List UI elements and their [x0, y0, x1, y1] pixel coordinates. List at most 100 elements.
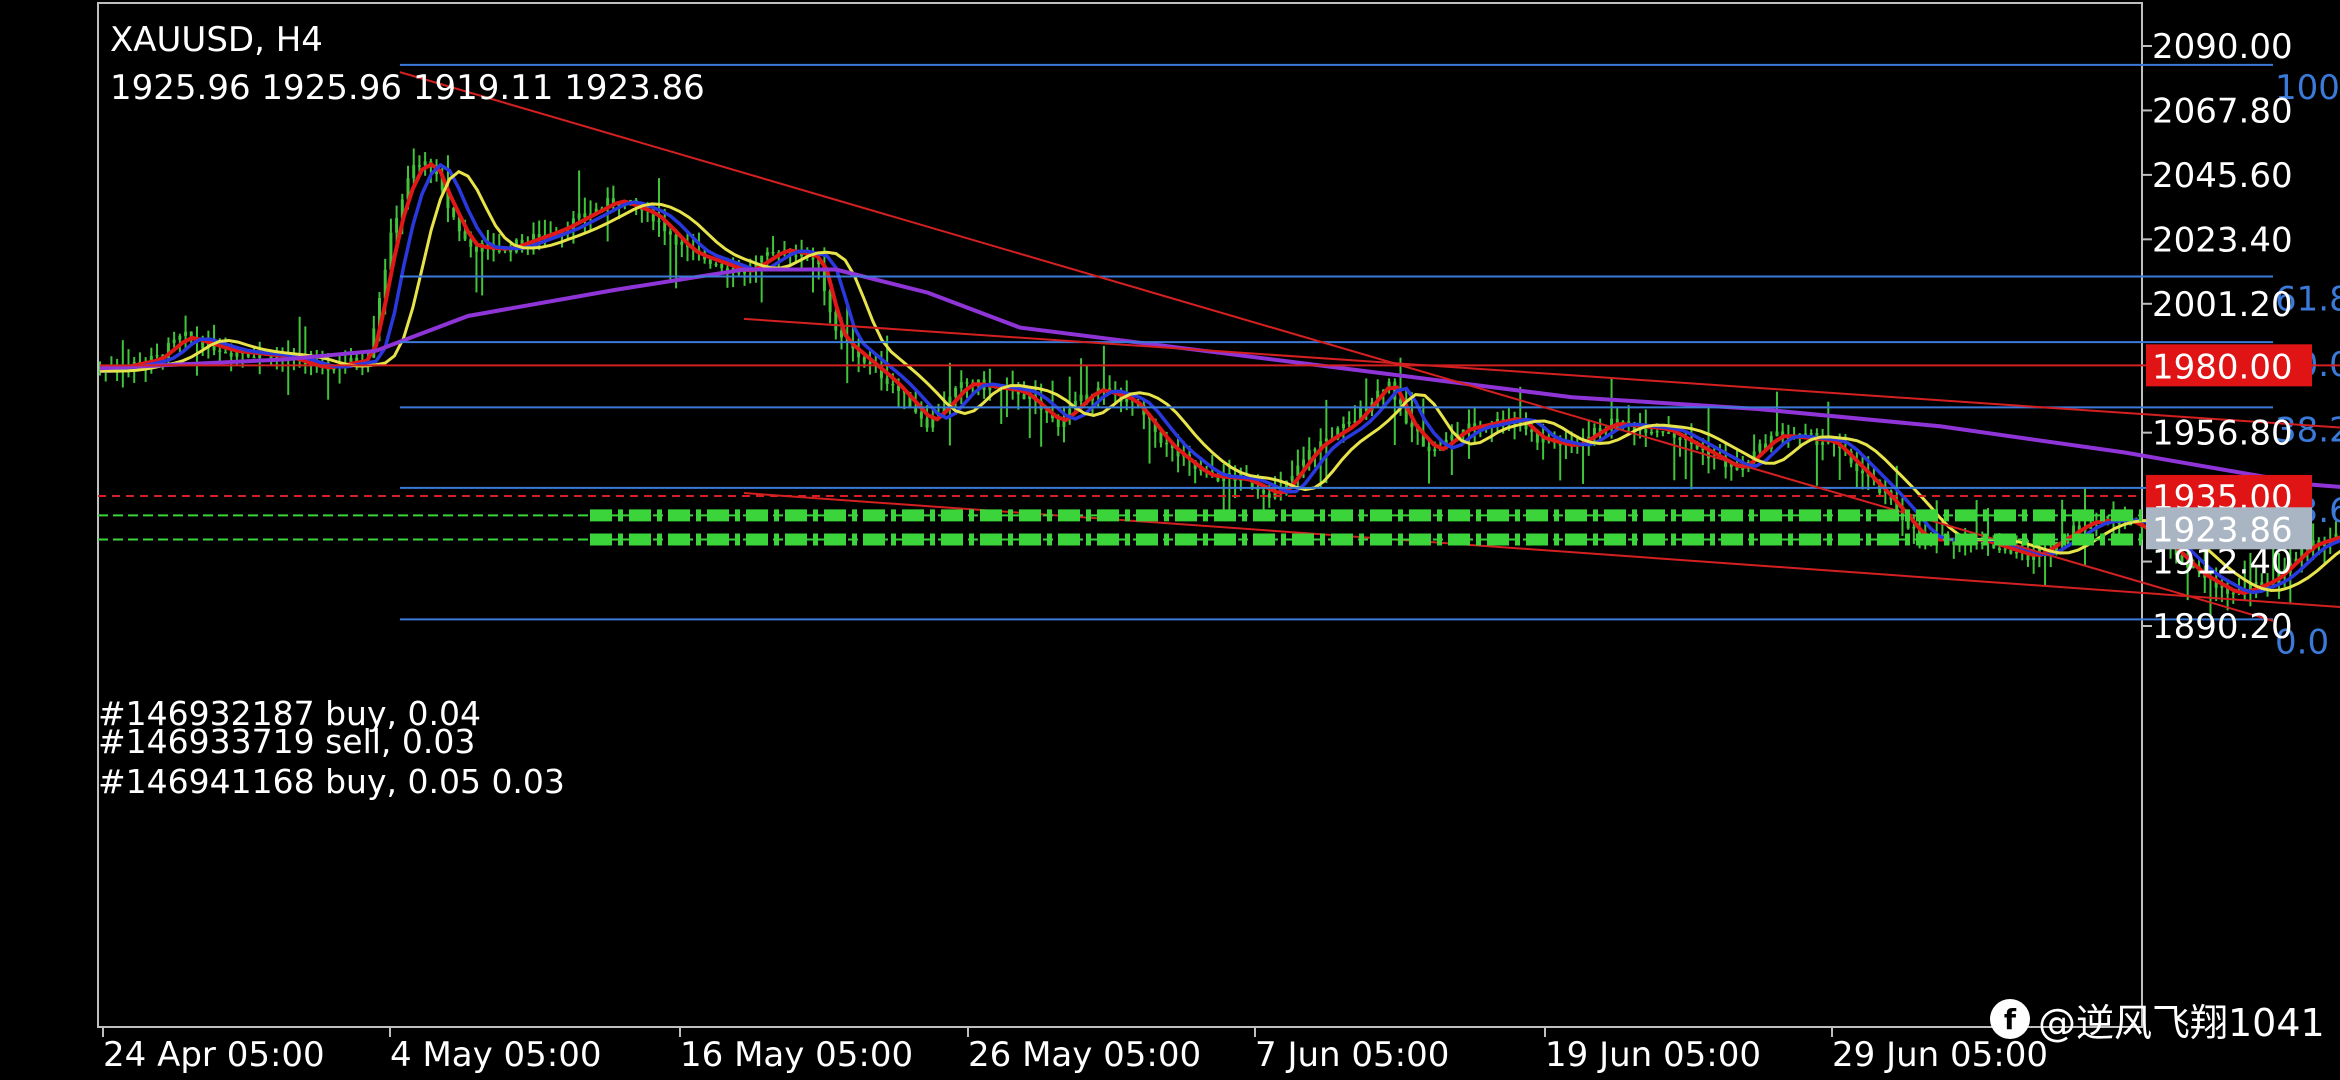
time-axis: 24 Apr 05:00 4 May 05:00 16 May 05:00 26 Ma… — [102, 1027, 2048, 1075]
candle-body — [765, 252, 769, 256]
candle-body — [954, 388, 958, 397]
candle-body — [862, 357, 866, 363]
candle-body — [184, 331, 188, 336]
candle-body — [1313, 449, 1317, 452]
candle-body — [771, 252, 775, 254]
candle-body — [1427, 446, 1431, 452]
candle-body — [395, 218, 399, 233]
y-tick-label: 2067.80 — [2152, 91, 2293, 131]
candle-body — [172, 339, 176, 344]
app-logo-icon: f — [1990, 999, 2030, 1039]
candle-body — [1758, 443, 1762, 452]
candle-body — [1079, 394, 1083, 402]
candle-body — [914, 407, 918, 413]
candle-body — [760, 255, 764, 263]
price-axis: 2090.00 2067.80 2045.60 2023.40 2001.20 1956.… — [2142, 27, 2312, 647]
candle-body — [2231, 592, 2235, 595]
order-label-2[interactable]: #146933719 sell, 0.03 — [98, 722, 475, 761]
candle-body — [1262, 490, 1266, 494]
moving-averages — [99, 162, 2340, 596]
candle-body — [925, 418, 929, 428]
candle-body — [1267, 493, 1271, 498]
candle-body — [1997, 547, 2001, 551]
candle-body — [2106, 516, 2110, 519]
candle-body — [474, 246, 478, 252]
candle-body — [1347, 421, 1351, 424]
candle-body — [412, 165, 416, 179]
x-tick-label: 16 May 05:00 — [680, 1035, 913, 1075]
y-tick-label: 2023.40 — [2152, 220, 2293, 260]
price-tag-label: 1980.00 — [2152, 347, 2293, 387]
watermark-text: @逆风飞翔1041 — [2038, 1000, 2325, 1045]
candle-body — [417, 165, 421, 167]
candle-body — [1290, 475, 1294, 481]
candle-body — [1661, 431, 1665, 433]
candle-body — [229, 352, 233, 357]
candle-body — [1861, 470, 1865, 474]
candle-body — [1341, 423, 1345, 429]
x-tick-label: 4 May 05:00 — [390, 1035, 602, 1075]
candle-body — [2003, 548, 2007, 551]
candle-body — [657, 220, 661, 223]
candle-body — [1324, 438, 1328, 442]
y-tick-label: 1890.20 — [2152, 607, 2293, 647]
y-tick-label: 2045.60 — [2152, 156, 2293, 196]
price-chart[interactable]: 100.061.850.038.223.60.0 2090.002067.802… — [0, 0, 2340, 1080]
candle-body — [1912, 526, 1916, 529]
candle-body — [583, 213, 587, 218]
x-tick-label: 24 Apr 05:00 — [103, 1035, 325, 1075]
candle-body — [919, 412, 923, 419]
x-tick-label: 19 Jun 05:00 — [1545, 1035, 1761, 1075]
candle-body — [1307, 450, 1311, 460]
candle-body — [463, 231, 467, 240]
order-lines[interactable] — [98, 494, 2142, 546]
candle-body — [246, 353, 250, 357]
ma-fast-line — [99, 162, 2340, 596]
candle-body — [1165, 442, 1169, 445]
candle-body — [2015, 551, 2019, 554]
candle-body — [1649, 431, 1653, 434]
price-tag-label: 1923.86 — [2152, 510, 2293, 550]
candle-body — [868, 362, 872, 365]
candle-body — [1906, 520, 1910, 529]
y-tick-label: 2001.20 — [2152, 285, 2293, 325]
candle-body — [891, 383, 895, 386]
candle-body — [674, 234, 678, 245]
watermark: f @逆风飞翔1041 — [1990, 994, 2325, 1045]
candle-body — [2117, 522, 2121, 525]
candle-body — [1433, 449, 1437, 452]
candle-body — [1410, 423, 1414, 428]
candle-body — [1809, 433, 1813, 435]
candle-body — [1302, 459, 1306, 466]
candle-body — [1672, 433, 1676, 438]
ma-mid-line — [100, 162, 2340, 595]
candle-body — [885, 378, 889, 384]
candle-body — [811, 257, 815, 260]
ohlc-readout: 1925.96 1925.96 1919.11 1923.86 — [110, 68, 705, 108]
candle-body — [720, 263, 724, 269]
candle-body — [708, 259, 712, 264]
y-tick-label: 1956.80 — [2152, 414, 2293, 454]
ma-long-line — [99, 267, 2340, 489]
candle-body — [577, 213, 581, 219]
candle-body — [834, 312, 838, 331]
candle-body — [668, 231, 672, 235]
candle-body — [223, 351, 227, 354]
order-label-3[interactable]: #146941168 buy, 0.05 0.03 — [98, 762, 565, 801]
candle-body — [497, 250, 501, 253]
candle-body — [201, 341, 205, 349]
candle-body — [794, 255, 798, 257]
x-tick-label: 7 Jun 05:00 — [1255, 1035, 1449, 1075]
candle-body — [252, 356, 256, 359]
candle-body — [1855, 463, 1859, 471]
candle-body — [1667, 432, 1671, 434]
candle-body — [1022, 394, 1026, 400]
x-tick-label: 26 May 05:00 — [968, 1035, 1201, 1075]
y-tick-label: 2090.00 — [2152, 27, 2293, 67]
candle-body — [1821, 442, 1825, 445]
candle-body — [423, 161, 427, 166]
symbol-timeframe: XAUUSD, H4 — [110, 20, 323, 60]
candle-body — [452, 207, 456, 218]
fibonacci-retracement[interactable]: 100.061.850.038.223.60.0 — [399, 63, 2340, 662]
candle-body — [1450, 435, 1454, 440]
